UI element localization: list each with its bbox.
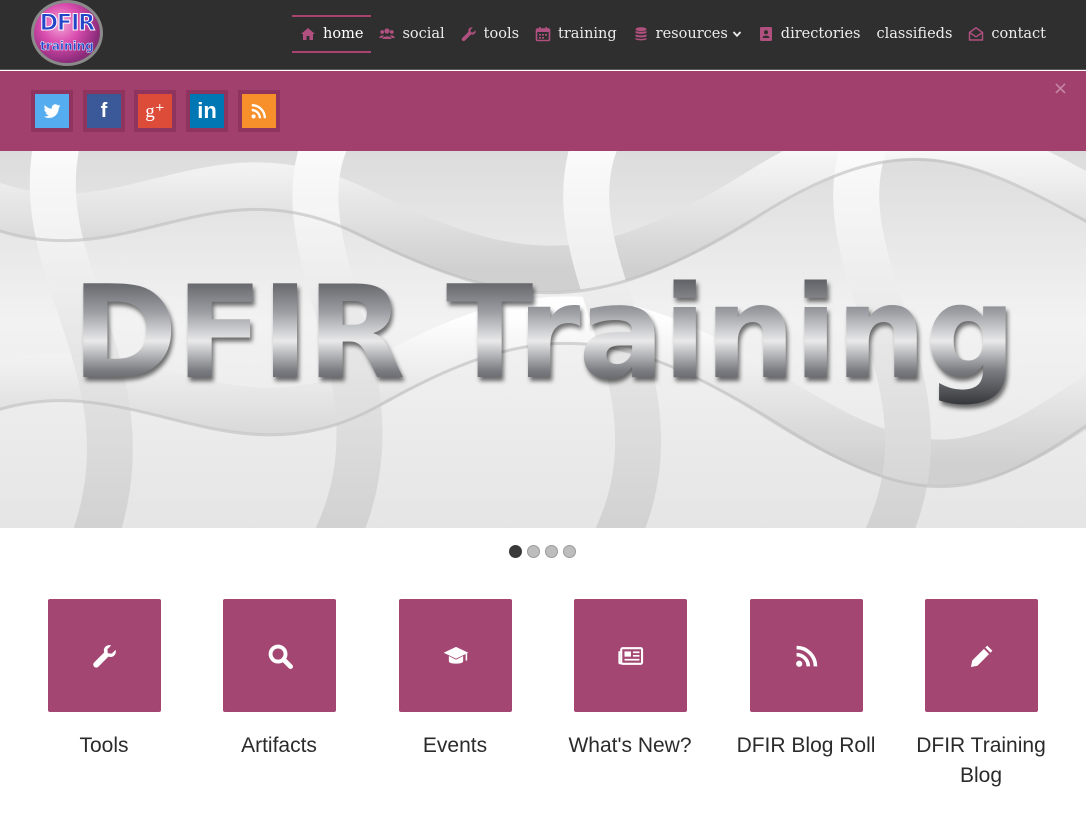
envelope-open-icon	[968, 26, 984, 42]
wrench-icon	[92, 644, 116, 668]
nav-label-social: social	[402, 26, 445, 42]
tile-label-tools[interactable]: Tools	[24, 731, 184, 761]
chevron-down-icon	[732, 29, 742, 39]
nav-label-training: training	[558, 26, 617, 42]
nav-item-training[interactable]: training	[527, 15, 625, 53]
nav-label-classifieds: classifieds	[876, 26, 953, 42]
nav-label-directories: directories	[780, 26, 861, 42]
wrench-icon	[461, 26, 477, 42]
carousel-dot-1[interactable]	[509, 545, 522, 558]
tile-dfir-training-blog[interactable]	[925, 599, 1038, 712]
hero-title: DFIR Training	[0, 259, 1086, 408]
pencil-icon	[970, 645, 992, 667]
tile-label-artifacts[interactable]: Artifacts	[199, 731, 359, 761]
home-icon	[300, 26, 316, 42]
rss-icon	[242, 94, 276, 128]
calendar-icon	[535, 26, 551, 42]
carousel-dot-2[interactable]	[527, 545, 540, 558]
tile-artifacts[interactable]	[223, 599, 336, 712]
nav-label-contact: contact	[991, 26, 1046, 42]
facebook-button[interactable]: f	[83, 90, 125, 132]
users-icon	[379, 26, 396, 42]
tile-dfir-blog-roll[interactable]	[750, 599, 863, 712]
database-icon	[633, 26, 649, 42]
nav-item-tools[interactable]: tools	[453, 15, 527, 53]
close-icon[interactable]: ×	[1053, 78, 1068, 99]
nav-label-resources: resources	[655, 26, 728, 42]
carousel-dot-3[interactable]	[545, 545, 558, 558]
main-nav: home social tools training resources dir…	[292, 14, 1054, 54]
hero-slider: DFIR Training	[0, 151, 1086, 528]
tile-events[interactable]	[399, 599, 512, 712]
logo-text-training: training	[40, 39, 94, 53]
address-book-icon	[758, 26, 774, 42]
nav-item-contact[interactable]: contact	[960, 15, 1054, 53]
tile-label-events[interactable]: Events	[375, 731, 535, 761]
twitter-icon	[35, 94, 69, 128]
search-icon	[268, 644, 293, 669]
google-plus-button[interactable]: g⁺	[134, 90, 176, 132]
rss-icon	[795, 645, 817, 667]
nav-item-home[interactable]: home	[292, 15, 372, 53]
graduation-cap-icon	[443, 646, 468, 664]
linkedin-icon: in	[190, 94, 224, 128]
logo-text-dfir: DFIR	[39, 11, 95, 37]
tile-label-dfir-blog-roll[interactable]: DFIR Blog Roll	[726, 731, 886, 761]
nav-item-classifieds[interactable]: classifieds	[868, 15, 960, 53]
linkedin-button[interactable]: in	[186, 90, 228, 132]
nav-item-social[interactable]: social	[371, 15, 452, 53]
google-plus-icon: g⁺	[138, 94, 172, 128]
top-navbar: DFIR training home social tools training…	[0, 0, 1086, 70]
tile-tools[interactable]	[48, 599, 161, 712]
nav-label-tools: tools	[483, 26, 520, 42]
newspaper-icon	[617, 646, 643, 665]
carousel-dot-4[interactable]	[563, 545, 576, 558]
nav-item-resources[interactable]: resources	[625, 15, 750, 53]
rss-button[interactable]	[238, 90, 280, 132]
social-banner: f g⁺ in ×	[0, 71, 1086, 151]
nav-item-directories[interactable]: directories	[750, 15, 869, 53]
site-logo[interactable]: DFIR training	[31, 0, 103, 66]
carousel-indicators	[509, 545, 581, 558]
twitter-button[interactable]	[31, 90, 73, 132]
tile-label-whats-new[interactable]: What's New?	[550, 731, 710, 761]
tile-whats-new[interactable]	[574, 599, 687, 712]
tile-label-dfir-training-blog[interactable]: DFIR Training Blog	[901, 731, 1061, 791]
nav-label-home: home	[323, 26, 364, 42]
facebook-icon: f	[87, 94, 121, 128]
